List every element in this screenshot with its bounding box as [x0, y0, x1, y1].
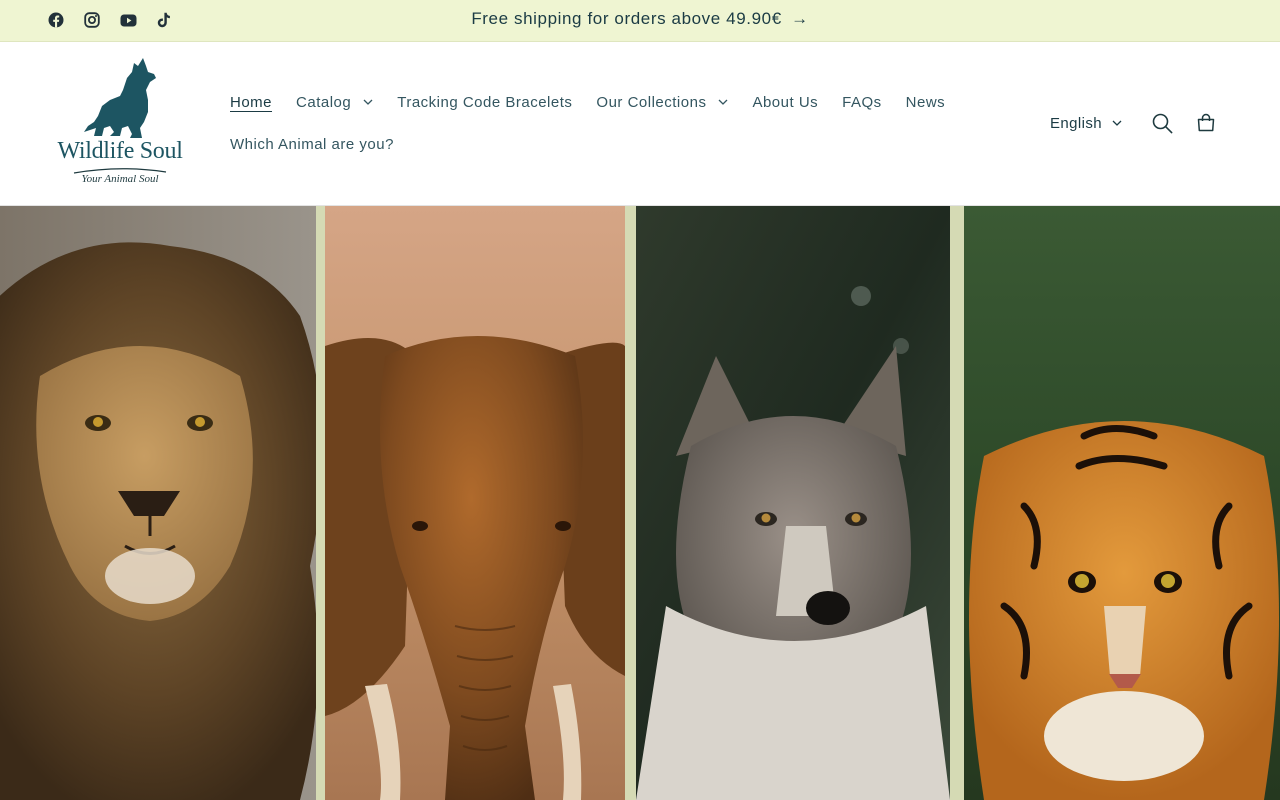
nav-about-us[interactable]: About Us — [740, 88, 830, 116]
site-logo[interactable]: Wildlife Soul Your Animal Soul — [52, 56, 188, 192]
announcement-bar: Free shipping for orders above 49.90€ → — [0, 0, 1280, 42]
arrow-right-icon: → — [791, 9, 809, 28]
logo-tagline: Your Animal Soul — [81, 173, 159, 185]
chevron-down-icon — [718, 99, 728, 105]
chevron-down-icon — [363, 99, 373, 105]
announcement-text: Free shipping for orders above 49.90€ — [471, 9, 782, 28]
nav-collections-label: Our Collections — [596, 93, 707, 111]
nav-catalog-label: Catalog — [296, 93, 352, 111]
nav-faqs-label: FAQs — [842, 93, 882, 111]
nav-which-animal-label: Which Animal are you? — [230, 135, 394, 153]
wolf-image — [636, 206, 950, 800]
search-icon — [1152, 113, 1172, 133]
nav-which-animal[interactable]: Which Animal are you? — [218, 130, 406, 158]
nav-our-collections[interactable]: Our Collections — [584, 88, 740, 116]
howling-wolf-icon — [84, 58, 156, 138]
shopping-bag-icon — [1197, 113, 1215, 132]
nav-faqs[interactable]: FAQs — [830, 88, 894, 116]
header-actions: English — [1050, 108, 1228, 138]
search-button[interactable] — [1140, 108, 1184, 138]
announcement-link[interactable]: Free shipping for orders above 49.90€ → — [0, 9, 1280, 29]
chevron-down-icon — [1112, 120, 1122, 126]
nav-tracking-label: Tracking Code Bracelets — [397, 93, 573, 111]
logo-name: Wildlife Soul — [57, 138, 183, 164]
nav-news[interactable]: News — [894, 88, 958, 116]
language-selector[interactable]: English — [1050, 115, 1122, 132]
nav-tracking-code-bracelets[interactable]: Tracking Code Bracelets — [385, 88, 584, 116]
nav-home-label: Home — [230, 93, 273, 111]
main-nav: Home Catalog Tracking Code Bracelets Our… — [218, 88, 945, 158]
nav-catalog[interactable]: Catalog — [284, 88, 385, 116]
cart-button[interactable] — [1184, 108, 1228, 138]
nav-news-label: News — [905, 93, 946, 111]
lion-image — [0, 206, 316, 800]
elephant-image — [325, 206, 625, 800]
language-label: English — [1050, 114, 1102, 132]
site-header: Wildlife Soul Your Animal Soul Home Cata… — [0, 42, 1280, 206]
hero-banner — [0, 206, 1280, 800]
nav-about-label: About Us — [752, 93, 819, 111]
tiger-image — [964, 206, 1280, 800]
nav-home[interactable]: Home — [218, 88, 284, 116]
